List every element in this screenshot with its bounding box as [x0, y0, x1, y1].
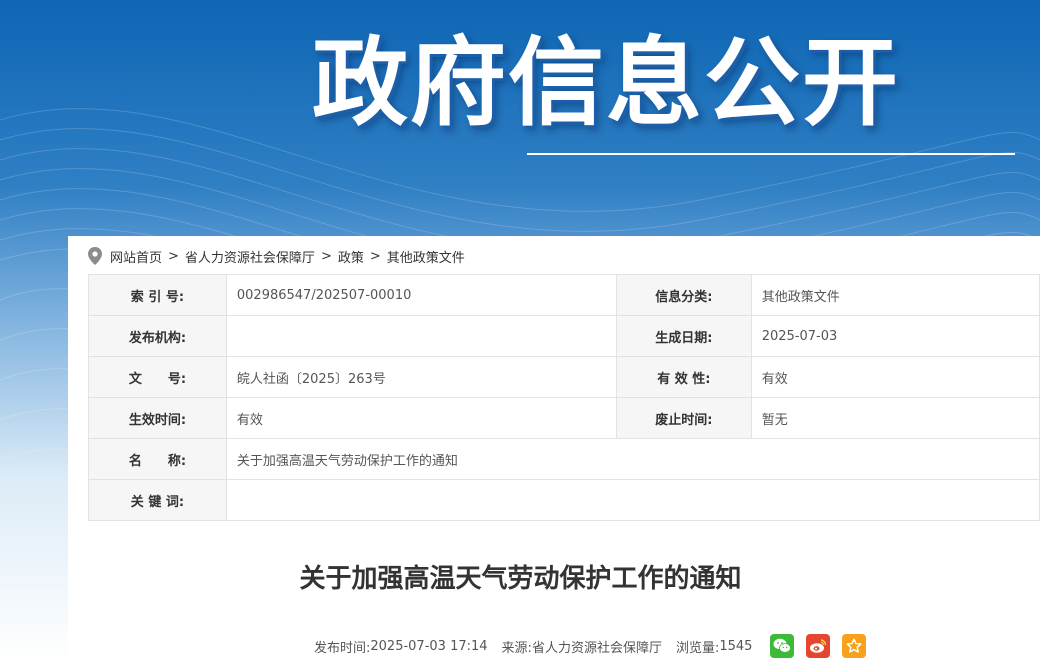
- table-row: 文 号: 皖人社函〔2025〕263号 有 效 性: 有效: [88, 356, 1040, 398]
- publisher-label: 发布机构:: [88, 315, 227, 357]
- document-metadata-table: 索 引 号: 002986547/202507-00010 信息分类: 其他政策…: [88, 274, 1040, 521]
- breadcrumb-separator: >: [168, 248, 179, 264]
- publish-time-label: 发布时间:: [314, 640, 371, 656]
- share-wechat-button[interactable]: [770, 634, 795, 658]
- table-row: 索 引 号: 002986547/202507-00010 信息分类: 其他政策…: [88, 274, 1040, 316]
- share-favorite-button[interactable]: [842, 634, 867, 658]
- document-name-label: 名 称:: [88, 438, 227, 480]
- repeal-date-value: 暂无: [750, 397, 1040, 439]
- content-panel: 网站首页 > 省人力资源社会保障厅 > 政策 > 其他政策文件 索 引 号: 0…: [68, 236, 1040, 662]
- index-number-label: 索 引 号:: [88, 274, 227, 316]
- views-count: 1545: [719, 638, 753, 654]
- effective-date-label: 生效时间:: [88, 397, 227, 439]
- category-label: 信息分类:: [616, 274, 752, 316]
- breadcrumb: 网站首页 > 省人力资源社会保障厅 > 政策 > 其他政策文件: [88, 246, 465, 266]
- document-number-label: 文 号:: [88, 356, 227, 398]
- source-value: 省人力资源社会保障厅: [531, 640, 662, 656]
- favorite-icon: [846, 638, 862, 653]
- breadcrumb-separator: >: [320, 248, 332, 264]
- weibo-icon: [810, 639, 827, 653]
- publish-time-value: 2025-07-03 17:14: [370, 638, 488, 654]
- breadcrumb-other-policy-docs[interactable]: 其他政策文件: [387, 247, 465, 266]
- table-row: 发布机构: 生成日期: 2025-07-03: [88, 315, 1040, 357]
- category-value: 其他政策文件: [750, 274, 1040, 316]
- created-date-label: 生成日期:: [616, 315, 752, 357]
- views-label: 浏览量:: [675, 640, 720, 656]
- repeal-date-label: 废止时间:: [616, 397, 752, 439]
- effective-date-value: 有效: [225, 397, 618, 439]
- keywords-label: 关 键 词:: [88, 479, 227, 521]
- breadcrumb-policy[interactable]: 政策: [338, 247, 364, 266]
- banner-title: 政府信息公开: [312, 27, 900, 139]
- table-row: 关 键 词:: [88, 479, 1040, 521]
- index-number-value: 002986547/202507-00010: [225, 274, 618, 316]
- banner-underline: [527, 153, 1015, 155]
- article-title: 关于加强高温天气劳动保护工作的通知: [299, 564, 742, 594]
- article-publish-info: 发布时间: 2025-07-03 17:14 来源: 省人力资源社会保障厅 浏览…: [314, 634, 867, 658]
- document-number-value: 皖人社函〔2025〕263号: [225, 356, 618, 398]
- breadcrumb-department[interactable]: 省人力资源社会保障厅: [185, 247, 315, 266]
- wechat-icon: [773, 638, 792, 653]
- source-label: 来源:: [501, 640, 532, 656]
- share-weibo-button[interactable]: [806, 634, 831, 658]
- location-pin-icon: [88, 247, 102, 265]
- publisher-value: [225, 315, 618, 357]
- table-row: 名 称: 关于加强高温天气劳动保护工作的通知: [88, 438, 1040, 480]
- created-date-value: 2025-07-03: [750, 315, 1040, 357]
- validity-value: 有效: [750, 356, 1040, 398]
- keywords-value: [225, 479, 1040, 521]
- document-name-value: 关于加强高温天气劳动保护工作的通知: [225, 438, 1040, 480]
- validity-label: 有 效 性:: [616, 356, 752, 398]
- table-row: 生效时间: 有效 废止时间: 暂无: [88, 397, 1040, 439]
- breadcrumb-separator: >: [369, 248, 381, 264]
- breadcrumb-home[interactable]: 网站首页: [110, 247, 162, 266]
